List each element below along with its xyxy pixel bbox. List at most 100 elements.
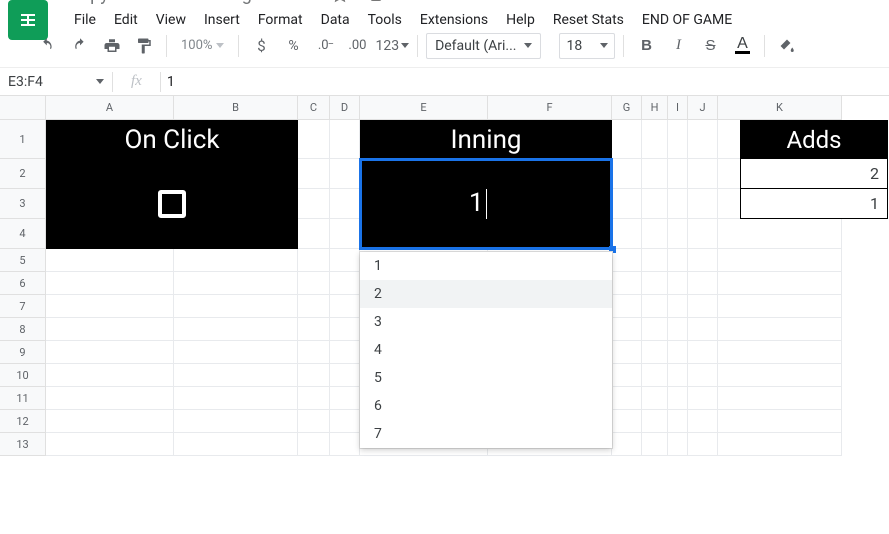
cell[interactable] <box>668 387 688 410</box>
cell[interactable] <box>668 364 688 387</box>
cell[interactable] <box>642 120 668 159</box>
adds-header-cell[interactable]: Adds <box>740 120 888 159</box>
row-header-5[interactable]: 5 <box>0 249 46 272</box>
col-header-I[interactable]: I <box>668 96 688 120</box>
increase-decimal-button[interactable]: .00 <box>343 31 371 61</box>
cell[interactable] <box>718 410 842 433</box>
cell[interactable] <box>688 387 718 410</box>
col-header-B[interactable]: B <box>174 96 298 120</box>
cell[interactable] <box>718 387 842 410</box>
cell[interactable] <box>668 433 688 456</box>
cell[interactable] <box>612 318 642 341</box>
cell[interactable] <box>668 341 688 364</box>
zoom-select[interactable]: 100% <box>175 31 230 61</box>
col-header-H[interactable]: H <box>642 96 668 120</box>
cell[interactable] <box>688 159 718 189</box>
cell[interactable] <box>718 318 842 341</box>
cell[interactable] <box>298 295 330 318</box>
text-color-button[interactable]: A <box>728 31 756 61</box>
cloud-status-icon[interactable] <box>403 0 421 3</box>
cell[interactable] <box>718 295 842 318</box>
cell[interactable] <box>174 341 298 364</box>
cell[interactable] <box>668 295 688 318</box>
cell[interactable] <box>668 410 688 433</box>
menu-view[interactable]: View <box>148 8 194 32</box>
autocomplete-option[interactable]: 3 <box>360 308 612 336</box>
row-header-9[interactable]: 9 <box>0 341 46 364</box>
menu-tools[interactable]: Tools <box>360 8 410 32</box>
cell[interactable] <box>642 433 668 456</box>
italic-button[interactable]: I <box>664 31 692 61</box>
cell[interactable] <box>330 295 360 318</box>
font-family-select[interactable]: Default (Ari... <box>426 33 541 59</box>
cell[interactable] <box>298 341 330 364</box>
cell[interactable] <box>298 249 330 272</box>
cell[interactable] <box>718 364 842 387</box>
cell[interactable] <box>46 249 174 272</box>
cell[interactable] <box>688 120 718 159</box>
more-formats-button[interactable]: 123 <box>375 31 409 61</box>
adds-row-1[interactable]: 2 <box>740 159 888 189</box>
cell[interactable] <box>298 272 330 295</box>
cell[interactable] <box>46 364 174 387</box>
cell[interactable] <box>330 249 360 272</box>
menu-extensions[interactable]: Extensions <box>412 8 496 32</box>
cell[interactable] <box>330 159 360 189</box>
cell[interactable] <box>46 318 174 341</box>
cell[interactable] <box>612 387 642 410</box>
cell[interactable] <box>612 219 642 249</box>
cell[interactable] <box>174 387 298 410</box>
col-header-K[interactable]: K <box>718 96 842 120</box>
row-header-8[interactable]: 8 <box>0 318 46 341</box>
cell[interactable] <box>46 341 174 364</box>
redo-button[interactable] <box>66 31 94 61</box>
cell[interactable] <box>718 272 842 295</box>
cell[interactable] <box>174 433 298 456</box>
row-header-4[interactable]: 4 <box>0 219 46 249</box>
autocomplete-option[interactable]: 1 <box>360 252 612 280</box>
cell[interactable] <box>642 219 668 249</box>
cell[interactable] <box>642 159 668 189</box>
cell[interactable] <box>642 410 668 433</box>
cell[interactable] <box>688 295 718 318</box>
autocomplete-option[interactable]: 4 <box>360 336 612 364</box>
cell[interactable] <box>46 410 174 433</box>
cell[interactable] <box>612 295 642 318</box>
adds-row-2[interactable]: 1 <box>740 189 888 219</box>
cell[interactable] <box>668 272 688 295</box>
cell[interactable] <box>46 433 174 456</box>
cell[interactable] <box>688 272 718 295</box>
cell[interactable] <box>298 189 330 219</box>
cell[interactable] <box>298 159 330 189</box>
row-header-7[interactable]: 7 <box>0 295 46 318</box>
cell[interactable] <box>642 295 668 318</box>
cell[interactable] <box>612 341 642 364</box>
menu-file[interactable]: File <box>66 8 104 32</box>
cell[interactable] <box>718 341 842 364</box>
star-icon[interactable] <box>331 0 349 3</box>
cell[interactable] <box>330 364 360 387</box>
strikethrough-button[interactable]: S <box>696 31 724 61</box>
fill-color-button[interactable] <box>773 31 801 61</box>
onclick-header-cell[interactable]: On Click <box>46 120 298 159</box>
name-box[interactable]: E3:F4 <box>0 74 112 90</box>
cell[interactable] <box>330 318 360 341</box>
cell[interactable] <box>718 249 842 272</box>
onclick-body-cell[interactable] <box>46 159 298 249</box>
cell[interactable] <box>174 295 298 318</box>
cell[interactable] <box>668 120 688 159</box>
row-header-11[interactable]: 11 <box>0 387 46 410</box>
cell[interactable] <box>642 189 668 219</box>
menu-reset-stats[interactable]: Reset Stats <box>545 8 632 32</box>
cell[interactable] <box>642 272 668 295</box>
cell[interactable] <box>668 189 688 219</box>
cell[interactable] <box>642 318 668 341</box>
cell[interactable] <box>612 120 642 159</box>
cell[interactable] <box>688 433 718 456</box>
undo-button[interactable] <box>34 31 62 61</box>
cell[interactable] <box>612 410 642 433</box>
cell[interactable] <box>174 272 298 295</box>
cell[interactable] <box>688 364 718 387</box>
row-header-1[interactable]: 1 <box>0 120 46 159</box>
cell[interactable] <box>718 433 842 456</box>
